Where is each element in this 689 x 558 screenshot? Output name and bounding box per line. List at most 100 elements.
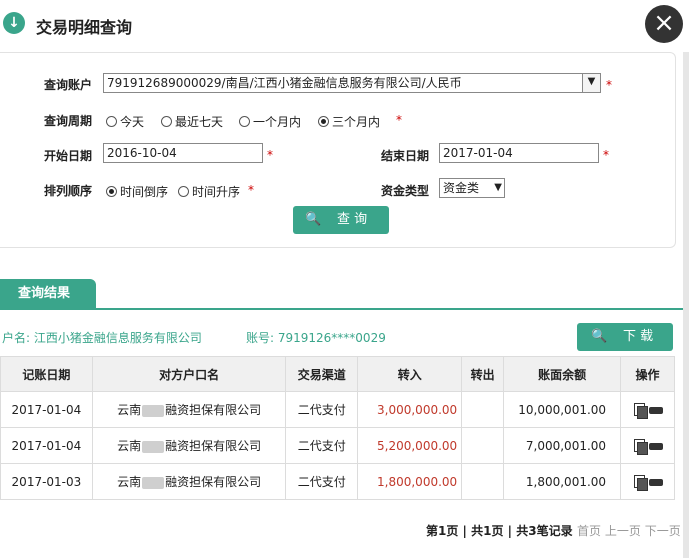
- print-icon[interactable]: [648, 402, 663, 419]
- radio-icon[interactable]: [106, 116, 117, 127]
- cell-date: 2017-01-04: [0, 391, 93, 428]
- cell-in: 5,200,000.00: [357, 427, 463, 464]
- table-row: 2017-01-03 云南 融资担保有限公司 二代支付 1,800,000.00 …: [0, 463, 675, 500]
- order-label: 排列顺序: [44, 184, 93, 198]
- redacted-mask: [142, 476, 165, 489]
- counterparty-prefix: 云南: [117, 403, 142, 417]
- end-date-label: 结束日期: [381, 149, 430, 163]
- period-option-3months[interactable]: 三个月内: [318, 113, 380, 130]
- chevron-down-icon[interactable]: ▼: [494, 179, 502, 197]
- cell-in: 1,800,000.00: [357, 463, 463, 500]
- order-option-desc[interactable]: 时间倒序: [106, 183, 168, 200]
- counterparty-suffix: 融资担保有限公司: [165, 475, 262, 489]
- radio-selected-icon[interactable]: [318, 116, 329, 127]
- cell-actions: [620, 427, 675, 464]
- start-date-input[interactable]: 2016-10-04: [103, 143, 263, 163]
- period-label: 查询周期: [44, 114, 93, 128]
- radio-icon[interactable]: [178, 186, 189, 197]
- cell-actions: [620, 391, 675, 428]
- counterparty-suffix: 融资担保有限公司: [165, 439, 262, 453]
- cell-channel: 二代支付: [285, 391, 359, 428]
- period-option-1month[interactable]: 一个月内: [239, 113, 301, 130]
- pager-prev-link[interactable]: 上一页: [605, 524, 641, 538]
- cell-out: [461, 463, 505, 500]
- period-option-label: 今天: [120, 115, 145, 129]
- copy-icon[interactable]: [633, 402, 648, 419]
- pager-total-pages: 共1页: [471, 524, 504, 538]
- cell-date: 2017-01-04: [0, 427, 93, 464]
- print-icon[interactable]: [648, 474, 663, 491]
- required-mark: *: [396, 113, 402, 127]
- period-option-7days[interactable]: 最近七天: [161, 113, 223, 130]
- cell-channel: 二代支付: [285, 427, 359, 464]
- order-option-label: 时间升序: [192, 185, 241, 199]
- column-header: 交易渠道: [285, 356, 359, 392]
- cell-date: 2017-01-03: [0, 463, 93, 500]
- period-option-label: 一个月内: [253, 115, 302, 129]
- redacted-mask: [142, 404, 165, 417]
- search-icon: 🔍: [305, 212, 322, 227]
- copy-icon[interactable]: [633, 474, 648, 491]
- cell-counterparty: 云南 融资担保有限公司: [91, 463, 287, 500]
- download-button[interactable]: 🔍 下 载: [577, 323, 673, 351]
- search-icon: 🔍: [591, 329, 608, 344]
- column-header: 转出: [461, 356, 505, 392]
- close-icon[interactable]: ×: [645, 5, 683, 43]
- pager-current-page: 第1页: [426, 524, 459, 538]
- counterparty-prefix: 云南: [117, 475, 142, 489]
- download-circle-icon: ↓: [3, 12, 25, 34]
- start-date-label: 开始日期: [44, 149, 93, 163]
- chevron-down-icon[interactable]: ▼: [582, 74, 600, 92]
- cell-in: 3,000,000.00: [357, 391, 463, 428]
- cell-balance: 7,000,001.00: [503, 427, 622, 464]
- radio-selected-icon[interactable]: [106, 186, 117, 197]
- pager-first-link[interactable]: 首页: [577, 524, 601, 538]
- column-header: 操作: [620, 356, 675, 392]
- account-label: 查询账户: [44, 78, 93, 92]
- radio-icon[interactable]: [239, 116, 250, 127]
- query-button[interactable]: 🔍 查 询: [293, 206, 389, 234]
- dialog-title: 交易明细查询: [36, 18, 133, 37]
- order-option-label: 时间倒序: [120, 185, 169, 199]
- cell-actions: [620, 463, 675, 500]
- account-select[interactable]: 791912689000029/南昌/江西小猪金融信息服务有限公司/人民币 ▼: [103, 73, 601, 93]
- redacted-mask: [142, 440, 165, 453]
- table-header-row: 记账日期 对方户口名 交易渠道 转入 转出 账面余额 操作: [0, 356, 675, 392]
- column-header: 记账日期: [0, 356, 93, 392]
- tab-results[interactable]: 查询结果: [0, 279, 96, 309]
- dialog-titlebar: ↓ 交易明细查询 ×: [0, 0, 689, 52]
- pager-nav: 首页 上一页 下一页: [577, 522, 681, 539]
- fund-type-label: 资金类型: [381, 184, 430, 198]
- results-table: 记账日期 对方户口名 交易渠道 转入 转出 账面余额 操作 2017-01-04…: [0, 356, 675, 500]
- cell-out: [461, 427, 505, 464]
- fund-type-select[interactable]: 资金类 ▼: [439, 178, 505, 198]
- query-button-label: 查 询: [337, 212, 368, 227]
- pager-info: 第1页 | 共1页 | 共3笔记录: [426, 522, 573, 539]
- required-mark: *: [248, 183, 254, 197]
- account-select-value: 791912689000029/南昌/江西小猪金融信息服务有限公司/人民币: [107, 76, 462, 90]
- required-mark: *: [267, 148, 273, 162]
- copy-icon[interactable]: [633, 438, 648, 455]
- column-header: 对方户口名: [91, 356, 287, 392]
- cell-counterparty: 云南 融资担保有限公司: [91, 427, 287, 464]
- pager-total-records: 共3笔记录: [516, 524, 573, 538]
- end-date-input[interactable]: 2017-01-04: [439, 143, 599, 163]
- cell-out: [461, 391, 505, 428]
- print-icon[interactable]: [648, 438, 663, 455]
- pager-next-link[interactable]: 下一页: [645, 524, 681, 538]
- period-option-label: 三个月内: [332, 115, 381, 129]
- required-mark: *: [603, 148, 609, 162]
- table-row: 2017-01-04 云南 融资担保有限公司 二代支付 5,200,000.00 …: [0, 427, 675, 464]
- cell-balance: 10,000,001.00: [503, 391, 622, 428]
- period-option-today[interactable]: 今天: [106, 113, 144, 130]
- pager-separator: |: [503, 524, 517, 538]
- radio-icon[interactable]: [161, 116, 172, 127]
- required-mark: *: [606, 78, 612, 92]
- fund-type-value: 资金类: [443, 181, 480, 195]
- order-option-asc[interactable]: 时间升序: [178, 183, 240, 200]
- result-account-number: 账号: 7919126****0029: [246, 331, 386, 345]
- period-option-label: 最近七天: [175, 115, 224, 129]
- pager-separator: |: [458, 524, 472, 538]
- table-row: 2017-01-04 云南 融资担保有限公司 二代支付 3,000,000.00 …: [0, 391, 675, 428]
- cell-balance: 1,800,001.00: [503, 463, 622, 500]
